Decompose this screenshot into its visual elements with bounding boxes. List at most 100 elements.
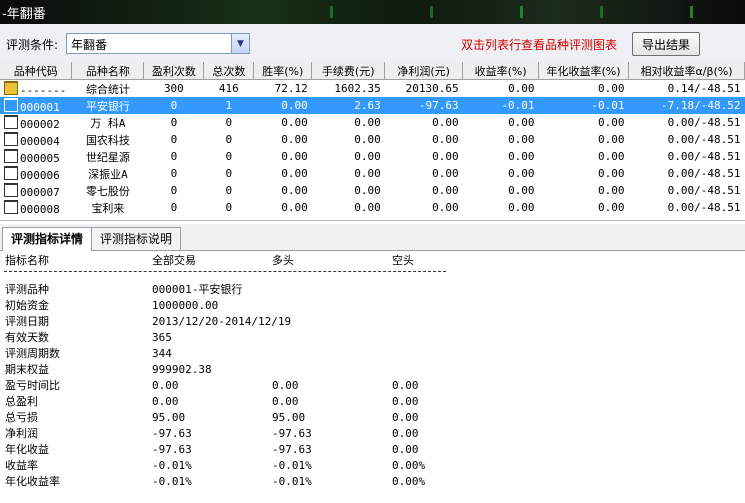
table-row[interactable]: 000001 平安银行 0 1 0.00 2.63 -97.63 -0.01 -0.01 -7.1… xyxy=(0,97,745,114)
tab-metric-details[interactable]: 评测指标详情 xyxy=(2,227,93,251)
table-row[interactable]: ------- 综合统计 300 416 72.12 1602.35 20130.65 0.0… xyxy=(0,80,745,98)
cell-code: 000006 xyxy=(0,165,72,182)
cell-winrate: 0.00 xyxy=(281,150,308,163)
metric-short: 0.00% xyxy=(392,459,426,472)
document-icon xyxy=(4,148,18,163)
cell-annual: 0.00 xyxy=(598,184,625,197)
column-header[interactable]: 品种代码 xyxy=(0,62,73,80)
table-row[interactable]: 000004 国农科技 0 0 0.00 0.00 0.00 0.00 0.00 0.00/-48… xyxy=(0,131,745,148)
tab-metric-explanation[interactable]: 评测指标说明 xyxy=(91,227,182,250)
metric-all: 95.00 xyxy=(152,411,186,424)
toolbar: 评测条件: 年翻番 ▼ 双击列表行查看品种评测图表 导出结果 xyxy=(0,24,745,63)
cell-name: 零七股份 xyxy=(85,184,130,198)
condition-select-value: 年翻番 xyxy=(71,38,108,52)
table-row[interactable]: 000002 万 科A 0 0 0.00 0.00 0.00 0.00 0.00 0.00/-48… xyxy=(0,114,745,131)
cell-ret: 0.00 xyxy=(508,133,535,146)
cell-profit: 0.00 xyxy=(432,167,459,180)
document-icon xyxy=(4,114,18,129)
cell-annual: 0.00 xyxy=(598,150,625,163)
metric-long: 95.00 xyxy=(272,411,306,424)
cell-profit: 0.00 xyxy=(432,184,459,197)
column-header[interactable]: 盈利次数 xyxy=(143,62,205,80)
metric-long: 0.00 xyxy=(272,379,299,392)
cell-name: 宝利来 xyxy=(91,201,125,215)
export-results-button[interactable]: 导出结果 xyxy=(632,32,700,56)
cell-total: 0 xyxy=(225,167,233,180)
cell-rel: 0.14/-48.51 xyxy=(667,82,741,95)
cell-code-text: 000005 xyxy=(20,151,60,165)
metric-short: 0.00% xyxy=(392,475,426,488)
column-header[interactable]: 品种名称 xyxy=(71,62,145,80)
cell-total: 416 xyxy=(218,82,239,95)
cell-profit: -97.63 xyxy=(384,97,463,114)
metric-name: 年化收益率 xyxy=(5,475,60,488)
column-header[interactable]: 手续费(元) xyxy=(311,62,386,80)
cell-fee: 0.00 xyxy=(354,116,381,129)
cell-name: 综合统计 xyxy=(85,82,130,96)
cell-profit: 20130.65 xyxy=(405,82,459,95)
cell-name: 世纪星源 xyxy=(85,150,130,164)
cell-fee: 0.00 xyxy=(354,150,381,163)
column-header[interactable]: 相对收益率α/β(%) xyxy=(628,62,745,80)
cell-wins: 0 xyxy=(143,97,204,114)
cell-wins: 0 xyxy=(170,201,178,214)
document-icon xyxy=(4,97,18,112)
table-row[interactable]: 000005 世纪星源 0 0 0.00 0.00 0.00 0.00 0.00 0.00/-48… xyxy=(0,148,745,165)
document-icon xyxy=(4,182,18,197)
window-title: -年翻番 xyxy=(2,7,46,22)
cell-annual: 0.00 xyxy=(598,82,625,95)
metric-name: 初始资金 xyxy=(5,299,49,312)
cell-annual: 0.00 xyxy=(598,116,625,129)
cell-code-text: 000004 xyxy=(20,134,60,148)
cell-code-text: 000001 xyxy=(20,100,60,114)
metric-long: -97.63 xyxy=(272,443,312,456)
detail-header-long: 多头 xyxy=(272,254,294,267)
ticker-decoration xyxy=(600,6,603,18)
cell-total: 0 xyxy=(225,201,233,214)
cell-winrate: 0.00 xyxy=(281,167,308,180)
document-icon xyxy=(4,165,18,180)
cell-code: 000008 xyxy=(0,199,72,216)
cell-rel: -7.18/-48.52 xyxy=(628,97,745,114)
cell-winrate: 0.00 xyxy=(281,133,308,146)
column-header[interactable]: 胜率(%) xyxy=(253,62,313,80)
metric-name: 有效天数 xyxy=(5,331,49,344)
cell-fee: 1602.35 xyxy=(334,82,381,95)
cell-rel: 0.00/-48.51 xyxy=(667,201,741,214)
cell-wins: 0 xyxy=(170,133,178,146)
cell-ret: 0.00 xyxy=(508,184,535,197)
cell-ret: -0.01 xyxy=(462,97,539,114)
cell-wins: 0 xyxy=(170,150,178,163)
cell-fee: 2.63 xyxy=(311,97,385,114)
metric-all: 344 xyxy=(152,347,172,360)
table-row[interactable]: 000006 深振业A 0 0 0.00 0.00 0.00 0.00 0.00 0.00/-48… xyxy=(0,165,745,182)
metric-name: 总盈利 xyxy=(5,395,38,408)
metric-all: 1000000.00 xyxy=(152,299,219,312)
detail-tabs: 评测指标详情 评测指标说明 xyxy=(0,224,745,251)
metric-long: -0.01% xyxy=(272,475,312,488)
cell-profit: 0.00 xyxy=(432,201,459,214)
chevron-down-icon[interactable]: ▼ xyxy=(231,34,249,53)
cell-total: 0 xyxy=(225,184,233,197)
cell-ret: 0.00 xyxy=(508,167,535,180)
cell-name: 平安银行 xyxy=(71,97,144,114)
metric-details-panel: 指标名称 全部交易 多头 空头 评测品种 000001-平安银行 初始资金 10000… xyxy=(0,251,745,503)
cell-code-text: 000006 xyxy=(20,168,60,182)
metric-all: -97.63 xyxy=(152,443,192,456)
column-header[interactable]: 净利润(元) xyxy=(384,62,464,80)
table-row[interactable]: 000007 零七股份 0 0 0.00 0.00 0.00 0.00 0.00 0.00/-48… xyxy=(0,182,745,199)
column-header[interactable]: 收益率(%) xyxy=(462,62,540,80)
table-row[interactable]: 000008 宝利来 0 0 0.00 0.00 0.00 0.00 0.00 0.00/-48.… xyxy=(0,199,745,216)
metric-all: 000001-平安银行 xyxy=(152,283,243,296)
column-header[interactable]: 总次数 xyxy=(203,62,255,80)
condition-label: 评测条件: xyxy=(6,38,59,52)
column-header[interactable]: 年化收益率(%) xyxy=(538,62,630,80)
metric-all: -0.01% xyxy=(152,475,192,488)
metric-name: 评测品种 xyxy=(5,283,49,296)
cell-wins: 0 xyxy=(170,184,178,197)
condition-select[interactable]: 年翻番 ▼ xyxy=(66,33,250,54)
cell-code: 000001 xyxy=(0,97,72,114)
cell-ret: 0.00 xyxy=(508,116,535,129)
metric-short: 0.00 xyxy=(392,427,419,440)
cell-profit: 0.00 xyxy=(432,133,459,146)
